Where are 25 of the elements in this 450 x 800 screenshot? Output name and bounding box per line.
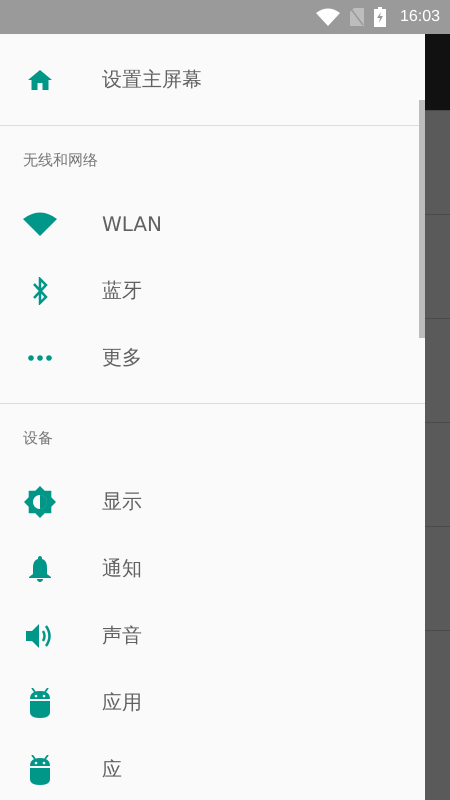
android-icon [29,688,51,718]
android-icon [29,754,51,784]
wifi-icon [23,212,57,236]
status-time: 16:03 [400,8,440,26]
home-icon [28,70,52,90]
brightness-icon [24,486,56,518]
drawer-item[interactable]: 设置主屏幕 [0,46,418,113]
scrollbar[interactable] [419,100,425,338]
drawer-item[interactable]: 显示 [0,468,418,535]
bluetooth-icon [32,276,48,304]
more-icon [28,354,52,360]
drawer-item[interactable]: WLAN [0,190,418,257]
speaker-icon [26,622,54,648]
bell-icon [29,556,51,582]
drawer-item[interactable]: 声音 [0,602,418,669]
wifi-icon [316,8,340,26]
battery-charging-icon [374,7,386,27]
section-header: 无线和网络 [22,150,99,170]
drawer-item[interactable]: 蓝牙 [0,257,418,324]
drawer-item[interactable]: 应 [0,736,418,800]
no-sim-icon [350,8,364,26]
drawer-item[interactable]: 更多 [0,324,418,391]
drawer-item[interactable]: 应用 [0,669,418,736]
drawer-item[interactable]: 通知 [0,535,418,602]
section-header: 设备 [22,428,54,448]
